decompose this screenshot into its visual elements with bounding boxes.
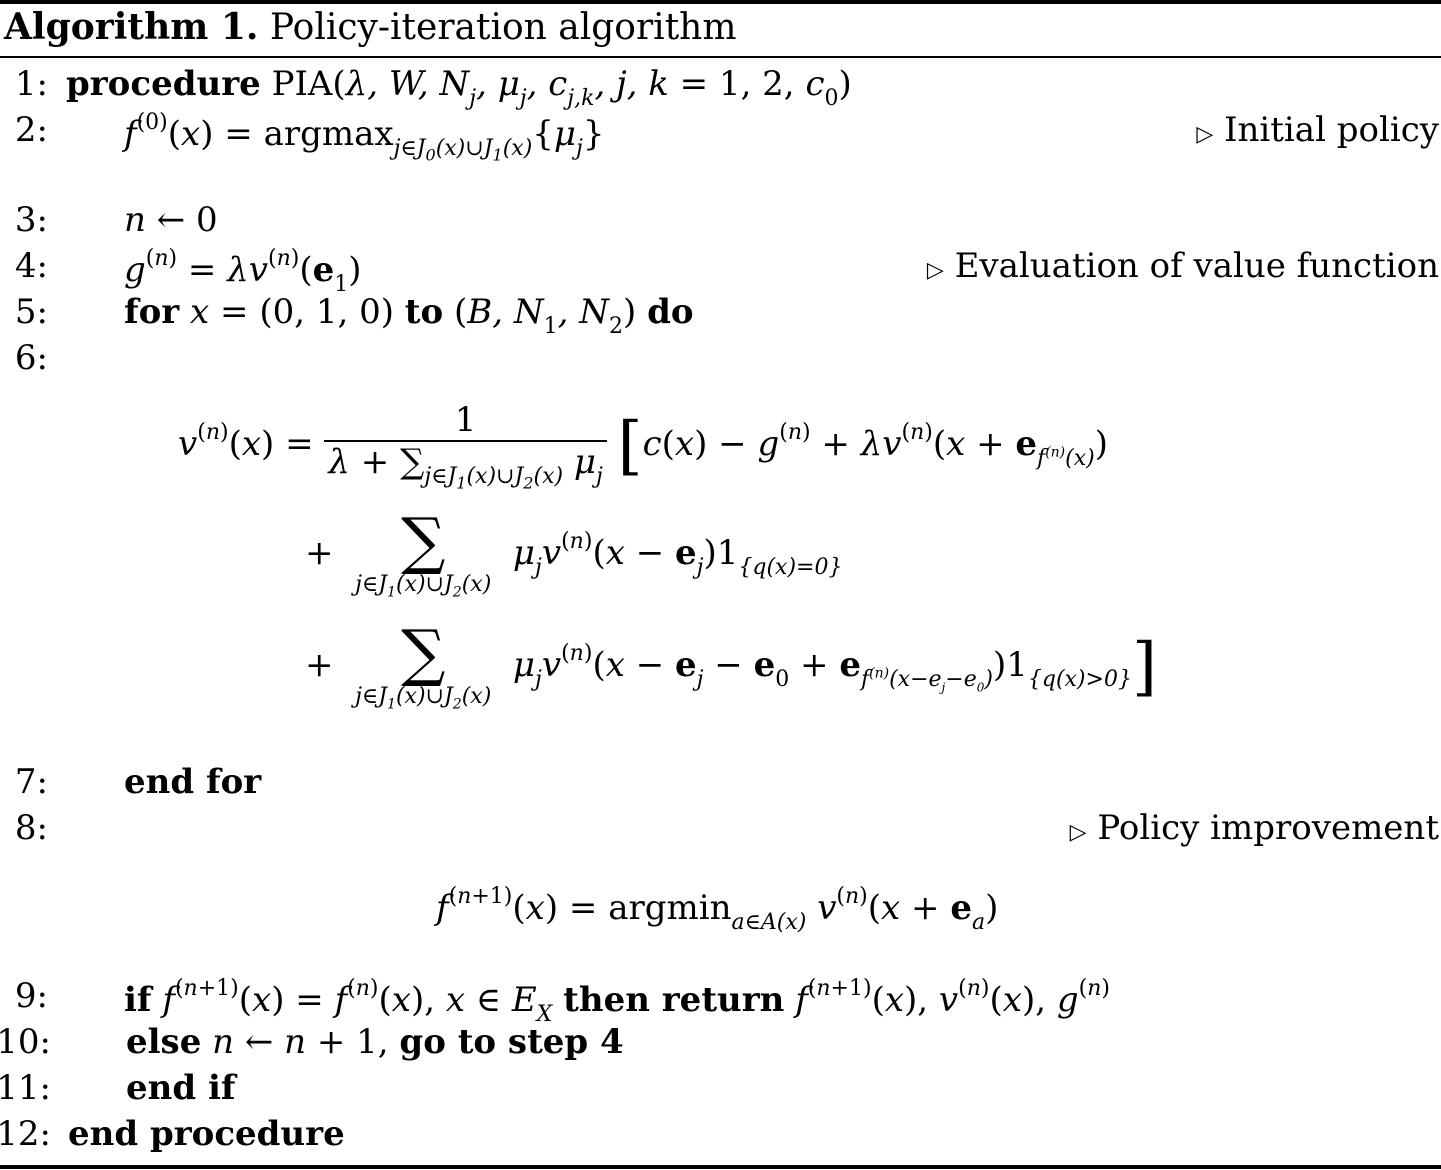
initial-policy-expr: f(0)(x) = argmaxj∈J0(x)∪J1(x){μj} xyxy=(124,110,605,165)
algo-line-1: 1: procedure PIA(λ, W, Nj, μj, cj,k, j, … xyxy=(0,64,1441,111)
line-number: 3: xyxy=(14,200,48,240)
line-number: 8: xyxy=(14,808,48,848)
for-loop-header: for x = (0, 1, 0) to (B, N1, N2) do xyxy=(124,292,694,339)
algo-line-10: 10: else n ← n + 1, go to step 4 xyxy=(0,1022,1441,1068)
keyword-procedure: procedure xyxy=(66,64,261,104)
keyword-end-if: end if xyxy=(126,1068,236,1108)
comment-triangle-icon: ▷ xyxy=(1069,820,1087,845)
algo-line-7: 7: end for xyxy=(0,762,1441,808)
if-condition: if f(n+1)(x) = f(n)(x), x ∈ EX then retu… xyxy=(124,976,1110,1027)
algo-line-5: 5: for x = (0, 1, 0) to (B, N1, N2) do xyxy=(0,292,1441,339)
value-update-eq-line2: + ∑ j∈J1(x)∪J2(x) μjv(n)(x − ej)1{q(x)=0} xyxy=(305,504,843,601)
init-counter-expr: n ← 0 xyxy=(124,200,218,240)
value-update-eq-line3: + ∑ j∈J1(x)∪J2(x) μjv(n)(x − ej − e0 + ef… xyxy=(305,616,1157,713)
line-number: 2: xyxy=(14,110,48,150)
summation: ∑ j∈J1(x)∪J2(x) xyxy=(355,504,492,601)
algo-line-12: 12: end procedure xyxy=(0,1114,1441,1160)
algo-line-6: 6: xyxy=(0,338,1441,384)
procedure-signature: PIA(λ, W, Nj, μj, cj,k, j, k = 1, 2, c0) xyxy=(271,64,852,111)
line-number: 12: xyxy=(0,1114,51,1154)
algorithm-caption: Algorithm 1. Policy-iteration algorithm xyxy=(4,6,736,48)
caption-label: Algorithm 1. xyxy=(4,6,259,48)
top-rule xyxy=(0,0,1441,4)
caption-rule xyxy=(0,56,1441,58)
else-branch: else n ← n + 1, go to step 4 xyxy=(126,1022,624,1062)
line-number: 6: xyxy=(14,338,48,378)
algo-line-8: 8: ▷ Policy improvement xyxy=(0,808,1441,854)
keyword-end-for: end for xyxy=(124,762,262,802)
comment-evaluation: ▷ Evaluation of value function xyxy=(926,246,1439,286)
algo-line-9: 9: if f(n+1)(x) = f(n)(x), x ∈ EX then r… xyxy=(0,976,1441,1027)
line-number: 4: xyxy=(14,246,48,286)
algo-line-3: 3: n ← 0 xyxy=(0,200,1441,246)
bottom-rule xyxy=(0,1165,1441,1169)
comment-triangle-icon: ▷ xyxy=(1196,122,1214,147)
line-body: procedure PIA(λ, W, Nj, μj, cj,k, j, k =… xyxy=(66,64,852,111)
algo-line-2: 2: f(0)(x) = argmaxj∈J0(x)∪J1(x){μj} ▷ I… xyxy=(0,110,1441,164)
line-number: 7: xyxy=(14,762,48,802)
policy-improvement-eq: f(n+1)(x) = argmina∈A(x) v(n)(x + ea) xyxy=(436,884,999,935)
line-number: 5: xyxy=(14,292,48,332)
algo-line-4: 4: g(n) = λv(n)(e1) ▷ Evaluation of valu… xyxy=(0,246,1441,297)
comment-policy-improvement: ▷ Policy improvement xyxy=(1069,808,1439,848)
line-number: 11: xyxy=(0,1068,51,1108)
comment-initial-policy: ▷ Initial policy xyxy=(1196,110,1439,150)
keyword-end-procedure: end procedure xyxy=(68,1114,345,1154)
gain-expr: g(n) = λv(n)(e1) xyxy=(124,246,362,297)
algo-line-11: 11: end if xyxy=(0,1068,1441,1114)
line-number: 10: xyxy=(0,1022,51,1062)
line-number: 1: xyxy=(14,64,48,104)
comment-triangle-icon: ▷ xyxy=(926,258,944,283)
summation: ∑ j∈J1(x)∪J2(x) xyxy=(355,616,492,713)
fraction: 1 λ + ∑j∈J1(x)∪J2(x) μj xyxy=(324,400,607,492)
line-number: 9: xyxy=(14,976,48,1016)
caption-title: Policy-iteration algorithm xyxy=(269,7,737,48)
value-update-eq-line1: v(n)(x) = 1 λ + ∑j∈J1(x)∪J2(x) μj [c(x) … xyxy=(178,400,1108,493)
